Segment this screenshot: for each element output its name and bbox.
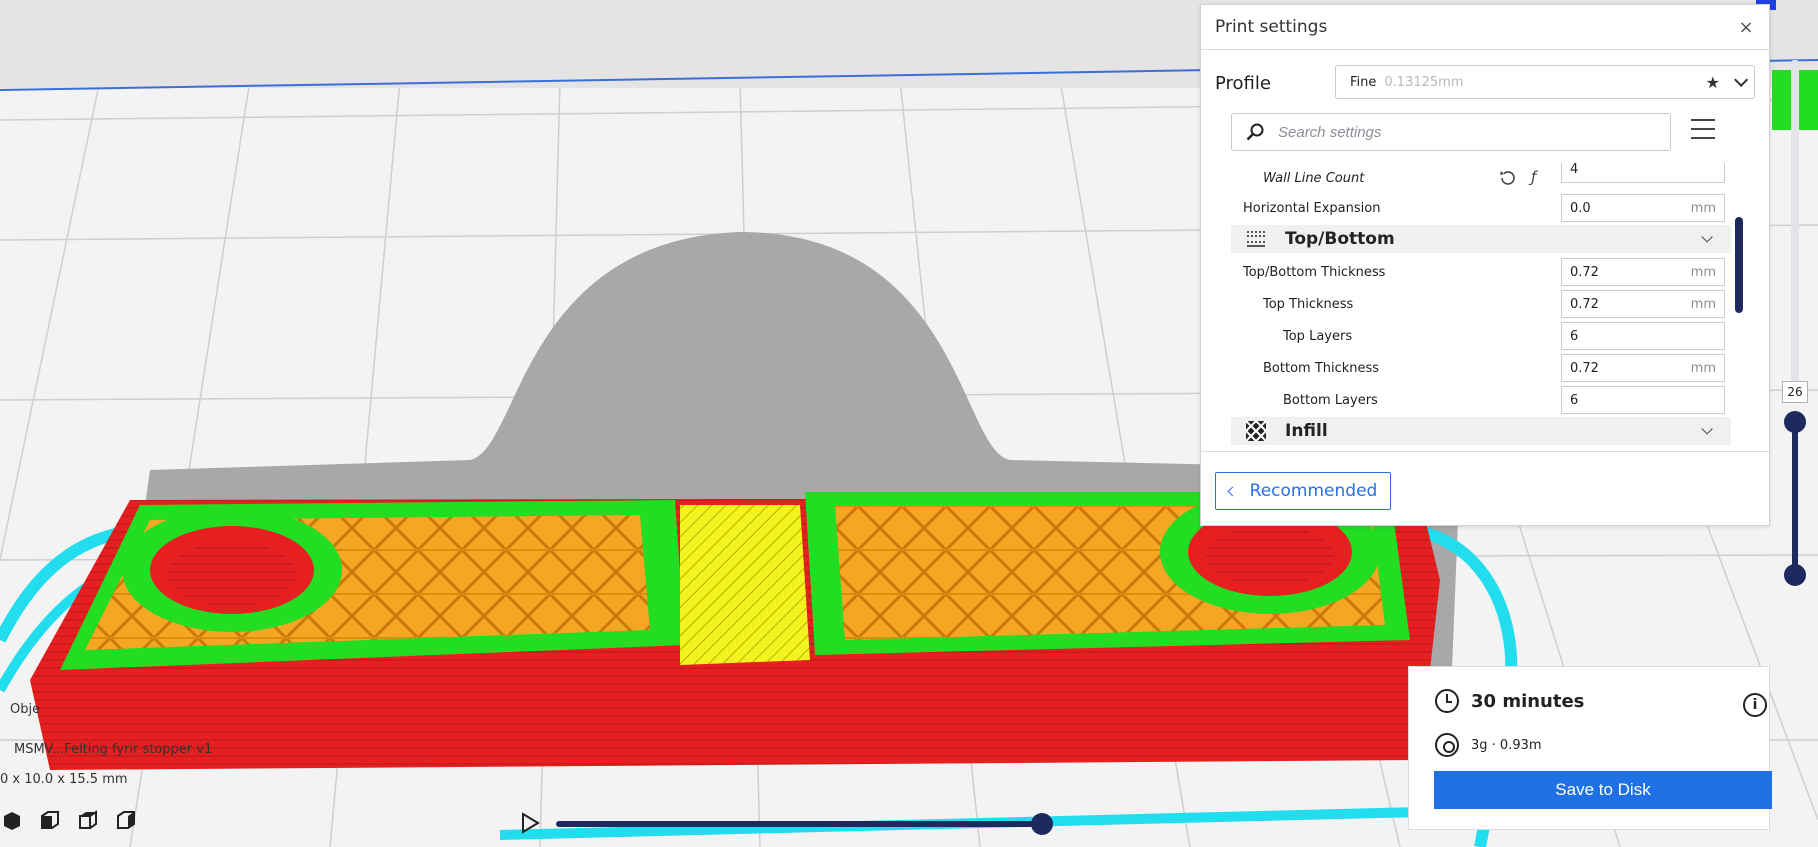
layer-value[interactable]: 26 — [1782, 381, 1808, 403]
chevron-down-icon — [1734, 72, 1749, 87]
play-icon[interactable] — [520, 812, 540, 834]
camera-view-buttons — [0, 808, 152, 832]
setting-bottom-thickness: Bottom Thickness 0.72 mm — [1231, 353, 1731, 383]
search-icon — [1246, 123, 1264, 141]
clock-icon — [1435, 689, 1459, 713]
field-value: 0.72 — [1570, 264, 1599, 280]
3d-viewport[interactable]: Print settings × Profile Fine 0.13125mm … — [0, 0, 1818, 847]
category-infill[interactable]: Infill — [1231, 417, 1731, 445]
infill-icon — [1245, 420, 1267, 442]
setting-horizontal-expansion: Horizontal Expansion 0.0 mm — [1231, 193, 1731, 223]
print-time-value: 30 minutes — [1471, 690, 1585, 712]
print-settings-footer: Recommended — [1201, 451, 1769, 527]
settings-list[interactable]: Wall Line Count ƒ 4 Horizontal Expansion… — [1231, 163, 1741, 451]
field-value: 0.72 — [1570, 360, 1599, 376]
object-name: MSMV...Felting fyrir stopper v1 — [14, 742, 213, 757]
field-value: 0.72 — [1570, 296, 1599, 312]
field-unit: mm — [1690, 200, 1716, 216]
field-unit: mm — [1690, 296, 1716, 312]
info-icon[interactable]: i — [1743, 693, 1767, 717]
recommended-label: Recommended — [1249, 481, 1378, 501]
layer-slider[interactable]: 26 — [1780, 60, 1810, 600]
material-usage-value: 3g · 0.93m — [1471, 737, 1542, 753]
field-value: 4 — [1570, 163, 1579, 177]
top-bottom-thickness-field[interactable]: 0.72 mm — [1561, 258, 1725, 286]
reset-icon[interactable] — [1499, 169, 1517, 187]
setting-label: Horizontal Expansion — [1243, 200, 1381, 216]
setting-bottom-layers: Bottom Layers 6 — [1231, 385, 1731, 415]
category-title: Top/Bottom — [1285, 229, 1395, 249]
front-view-icon[interactable] — [38, 808, 62, 832]
simulation-handle[interactable] — [1031, 813, 1053, 835]
bottom-layers-field[interactable]: 6 — [1561, 386, 1725, 414]
profile-label: Profile — [1215, 72, 1271, 94]
material-usage: 3g · 0.93m — [1435, 733, 1542, 757]
search-input[interactable] — [1278, 123, 1638, 141]
setting-label: Bottom Layers — [1283, 392, 1378, 408]
setting-label: Wall Line Count — [1263, 170, 1365, 186]
horizontal-expansion-field[interactable]: 0.0 mm — [1561, 194, 1725, 222]
setting-wall-line-count: Wall Line Count ƒ 4 — [1231, 163, 1731, 193]
bottom-thickness-field[interactable]: 0.72 mm — [1561, 354, 1725, 382]
field-unit: mm — [1690, 264, 1716, 280]
star-icon[interactable]: ★ — [1706, 73, 1720, 92]
top-bottom-icon — [1247, 231, 1265, 247]
spool-icon — [1435, 733, 1459, 757]
category-top-bottom[interactable]: Top/Bottom — [1231, 225, 1731, 253]
print-settings-header: Print settings × — [1201, 5, 1769, 50]
chevron-down-icon — [1701, 231, 1713, 243]
settings-scrollbar[interactable] — [1735, 217, 1743, 313]
setting-top-bottom-thickness: Top/Bottom Thickness 0.72 mm — [1231, 257, 1731, 287]
print-time: 30 minutes — [1435, 689, 1584, 713]
recommended-button[interactable]: Recommended — [1215, 472, 1391, 510]
chevron-left-icon — [1227, 486, 1238, 496]
top-layers-field[interactable]: 6 — [1561, 322, 1725, 350]
wall-line-count-field[interactable]: 4 — [1561, 163, 1725, 183]
simulation-track[interactable] — [556, 821, 1042, 827]
field-value: 6 — [1570, 392, 1579, 408]
field-value: 0.0 — [1570, 200, 1591, 216]
layer-slider-lower-handle[interactable] — [1784, 564, 1806, 586]
top-view-icon[interactable] — [76, 808, 100, 832]
search-box[interactable] — [1231, 113, 1671, 151]
field-unit: mm — [1690, 360, 1716, 376]
save-to-disk-button[interactable]: Save to Disk — [1434, 771, 1772, 809]
profile-row: Profile Fine 0.13125mm ★ — [1215, 65, 1755, 101]
setting-label: Top Layers — [1283, 328, 1353, 344]
object-dimensions: 0 x 10.0 x 15.5 mm — [0, 772, 128, 787]
object-list-label[interactable]: Obje — [10, 702, 40, 717]
profile-dropdown[interactable]: Fine 0.13125mm ★ — [1335, 65, 1755, 99]
setting-top-layers: Top Layers 6 — [1231, 321, 1731, 351]
settings-menu-icon[interactable] — [1691, 119, 1715, 141]
print-settings-panel: Print settings × Profile Fine 0.13125mm … — [1200, 4, 1770, 526]
3d-view-icon[interactable] — [0, 808, 24, 832]
layer-slider-track — [1791, 60, 1799, 390]
profile-name: Fine — [1350, 74, 1377, 90]
setting-top-thickness: Top Thickness 0.72 mm — [1231, 289, 1731, 319]
print-summary-panel: 30 minutes i 3g · 0.93m Save to Disk — [1408, 666, 1772, 830]
left-view-icon[interactable] — [114, 808, 138, 832]
top-thickness-field[interactable]: 0.72 mm — [1561, 290, 1725, 318]
print-settings-title: Print settings — [1215, 17, 1328, 37]
profile-layer-height: 0.13125mm — [1384, 74, 1464, 90]
setting-label: Bottom Thickness — [1263, 360, 1380, 376]
close-icon[interactable]: × — [1735, 17, 1757, 38]
chevron-down-icon — [1701, 423, 1713, 435]
layer-slider-range — [1792, 418, 1798, 576]
category-title: Infill — [1285, 421, 1328, 441]
setting-label: Top/Bottom Thickness — [1243, 264, 1386, 280]
field-value: 6 — [1570, 328, 1579, 344]
layer-slider-upper-handle[interactable] — [1784, 411, 1806, 433]
setting-label: Top Thickness — [1263, 296, 1354, 312]
formula-icon[interactable]: ƒ — [1531, 168, 1536, 186]
